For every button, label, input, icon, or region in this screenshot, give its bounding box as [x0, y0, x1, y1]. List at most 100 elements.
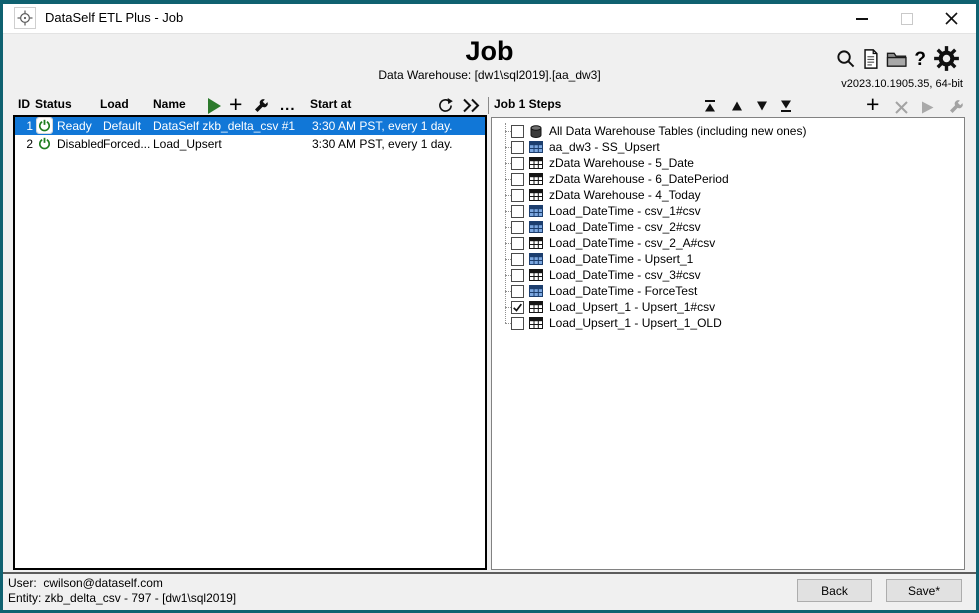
- move-bottom-icon[interactable]: [779, 99, 793, 113]
- move-top-icon[interactable]: [703, 99, 717, 113]
- job-id: 1: [19, 119, 33, 133]
- maximize-button[interactable]: [884, 4, 929, 33]
- step-checkbox[interactable]: [511, 157, 524, 170]
- table-icon: [529, 253, 543, 265]
- steps-tree-panel: All Data Warehouse Tables (including new…: [491, 117, 965, 570]
- table-icon: [529, 189, 543, 201]
- add-plus-icon[interactable]: +: [229, 96, 242, 112]
- job-status: Disabled: [57, 137, 104, 151]
- maximize-icon: [901, 13, 913, 25]
- close-icon: [945, 12, 958, 25]
- step-checkbox[interactable]: [511, 269, 524, 282]
- step-item[interactable]: Load_DateTime - csv_3#csv: [492, 267, 964, 283]
- step-checkbox[interactable]: [511, 301, 524, 314]
- step-label: zData Warehouse - 5_Date: [549, 156, 694, 170]
- column-header-name: Name: [153, 97, 186, 111]
- job-name: Load_Upsert: [153, 137, 222, 151]
- power-status-icon: [37, 136, 52, 151]
- step-wrench-icon[interactable]: [948, 99, 964, 115]
- step-checkbox[interactable]: [511, 189, 524, 202]
- step-checkbox[interactable]: [511, 237, 524, 250]
- double-chevron-icon[interactable]: [462, 98, 481, 113]
- job-row[interactable]: 1 Ready Default DataSelf zkb_delta_csv #…: [15, 117, 485, 135]
- job-name: DataSelf zkb_delta_csv #1: [153, 119, 295, 133]
- step-label: Load_DateTime - csv_2#csv: [549, 220, 701, 234]
- more-dots-icon[interactable]: ...: [280, 97, 296, 114]
- job-start-at: 3:30 AM PST, every 1 day.: [312, 119, 453, 133]
- step-label: Load_DateTime - ForceTest: [549, 284, 697, 298]
- table-icon: [529, 205, 543, 217]
- step-item[interactable]: zData Warehouse - 4_Today: [492, 187, 964, 203]
- step-checkbox[interactable]: [511, 285, 524, 298]
- step-item[interactable]: aa_dw3 - SS_Upsert: [492, 139, 964, 155]
- move-down-icon[interactable]: [755, 99, 769, 113]
- table-icon: [529, 269, 543, 281]
- save-button[interactable]: Save*: [886, 579, 962, 602]
- title-bar: DataSelf ETL Plus - Job: [3, 4, 976, 34]
- job-status: Ready: [57, 119, 92, 133]
- run-play-icon[interactable]: [208, 98, 221, 114]
- step-item[interactable]: zData Warehouse - 6_DatePeriod: [492, 171, 964, 187]
- step-item[interactable]: Load_DateTime - ForceTest: [492, 283, 964, 299]
- step-item[interactable]: Load_Upsert_1 - Upsert_1#csv: [492, 299, 964, 315]
- column-header-load: Load: [100, 97, 129, 111]
- panel-splitter[interactable]: [488, 97, 489, 114]
- wrench-icon[interactable]: [253, 98, 269, 114]
- step-checkbox[interactable]: [511, 205, 524, 218]
- footer-entity: Entity: zkb_delta_csv - 797 - [dw1\sql20…: [8, 591, 236, 605]
- window-title: DataSelf ETL Plus - Job: [45, 10, 183, 25]
- app-window: DataSelf ETL Plus - Job Job Data Warehou…: [0, 0, 979, 613]
- step-checkbox[interactable]: [511, 221, 524, 234]
- column-header-start-at: Start at: [310, 97, 351, 111]
- step-label: Load_DateTime - csv_3#csv: [549, 268, 701, 282]
- move-up-icon[interactable]: [730, 99, 744, 113]
- close-button[interactable]: [929, 4, 974, 33]
- settings-gear-icon[interactable]: [933, 45, 960, 72]
- step-label: All Data Warehouse Tables (including new…: [549, 124, 806, 138]
- step-item[interactable]: Load_DateTime - csv_2#csv: [492, 219, 964, 235]
- step-label: zData Warehouse - 6_DatePeriod: [549, 172, 729, 186]
- table-icon: [529, 301, 543, 313]
- database-icon: [529, 125, 543, 138]
- step-checkbox[interactable]: [511, 141, 524, 154]
- step-checkbox[interactable]: [511, 173, 524, 186]
- step-label: aa_dw3 - SS_Upsert: [549, 140, 660, 154]
- app-crosshair-icon: [14, 7, 36, 29]
- column-header-id: ID: [18, 97, 30, 111]
- step-item[interactable]: All Data Warehouse Tables (including new…: [492, 123, 964, 139]
- step-item[interactable]: Load_DateTime - csv_2_A#csv: [492, 235, 964, 251]
- step-checkbox[interactable]: [511, 125, 524, 138]
- table-icon: [529, 285, 543, 297]
- minimize-button[interactable]: [839, 4, 884, 33]
- table-icon: [529, 157, 543, 169]
- search-icon[interactable]: [836, 49, 855, 68]
- step-checkbox[interactable]: [511, 317, 524, 330]
- table-icon: [529, 317, 543, 329]
- back-button[interactable]: Back: [797, 579, 872, 602]
- step-label: Load_DateTime - csv_2_A#csv: [549, 236, 715, 250]
- job-list-panel: 1 Ready Default DataSelf zkb_delta_csv #…: [13, 115, 487, 570]
- power-status-icon: [37, 118, 52, 133]
- version-text: v2023.10.1905.35, 64-bit: [841, 78, 963, 90]
- document-icon[interactable]: [862, 49, 879, 69]
- job-row[interactable]: 2 Disabled Forced... Load_Upsert 3:30 AM…: [15, 135, 485, 153]
- job-id: 2: [19, 137, 33, 151]
- run-step-play-icon[interactable]: [920, 100, 935, 115]
- step-item[interactable]: Load_DateTime - csv_1#csv: [492, 203, 964, 219]
- step-item[interactable]: Load_DateTime - Upsert_1: [492, 251, 964, 267]
- steps-panel-title: Job 1 Steps: [494, 97, 561, 111]
- step-label: zData Warehouse - 4_Today: [549, 188, 701, 202]
- add-step-plus-icon[interactable]: +: [866, 96, 879, 112]
- step-item[interactable]: Load_Upsert_1 - Upsert_1_OLD: [492, 315, 964, 331]
- delete-x-icon[interactable]: [895, 101, 908, 114]
- step-label: Load_DateTime - csv_1#csv: [549, 204, 701, 218]
- folder-icon[interactable]: [886, 50, 907, 68]
- page-title: Job: [3, 36, 976, 67]
- job-load: Forced...: [103, 137, 150, 151]
- step-item[interactable]: zData Warehouse - 5_Date: [492, 155, 964, 171]
- help-icon[interactable]: ?: [914, 50, 926, 69]
- step-label: Load_Upsert_1 - Upsert_1#csv: [549, 300, 715, 314]
- refresh-icon[interactable]: [437, 97, 454, 114]
- step-checkbox[interactable]: [511, 253, 524, 266]
- table-icon: [529, 141, 543, 153]
